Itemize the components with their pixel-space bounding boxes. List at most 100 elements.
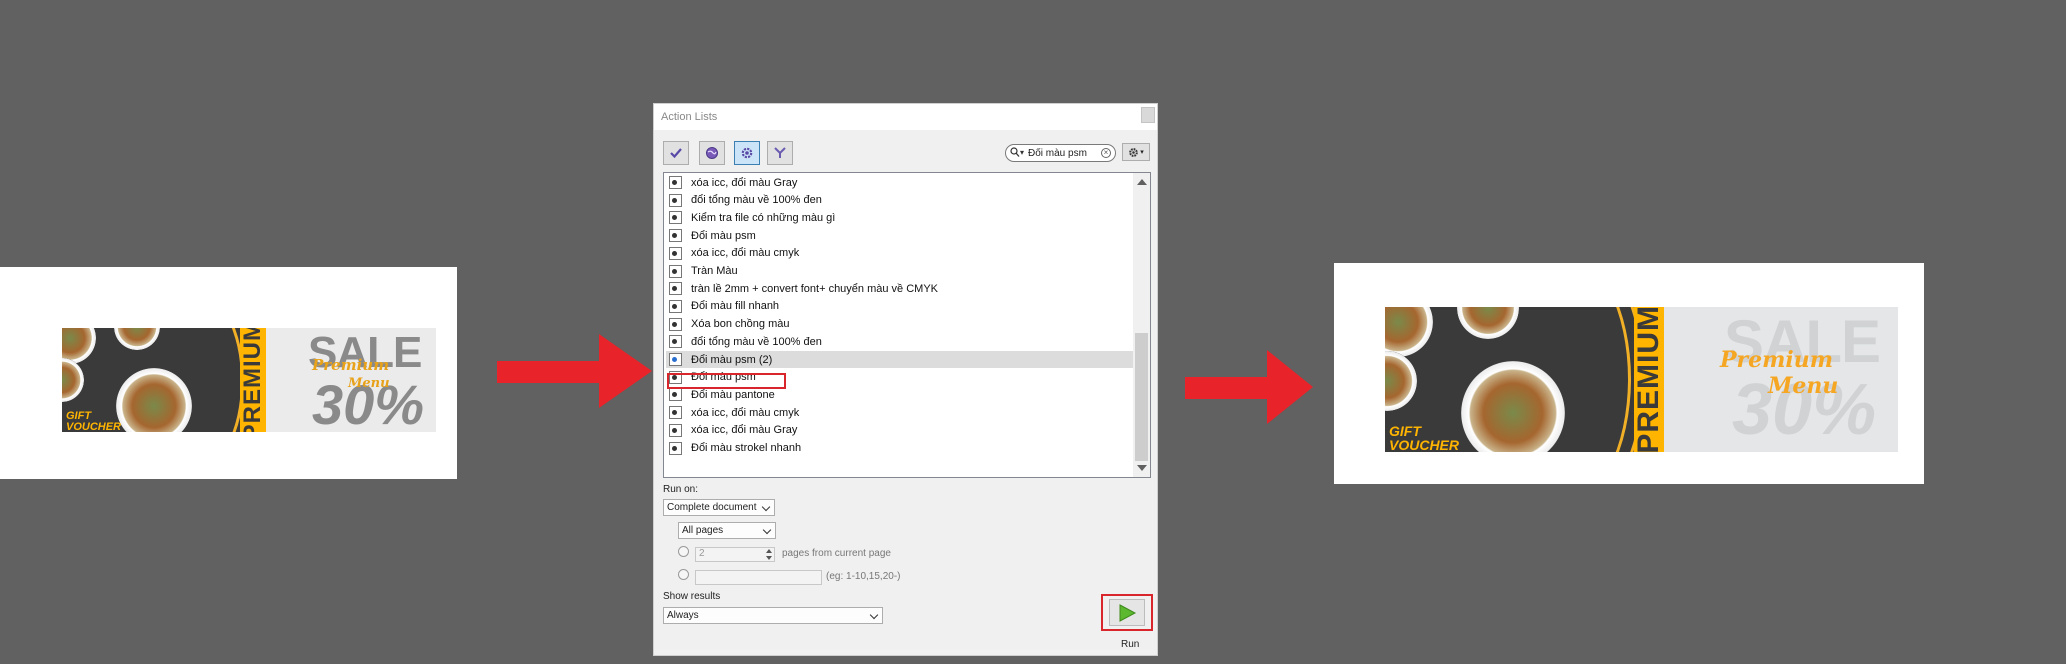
run-button[interactable] [1101,594,1153,631]
list-item[interactable]: Kiểm tra file có những màu gì [666,209,1135,226]
list-item[interactable]: đổi tổng màu về 100% đen [666,192,1135,209]
food-plate-image [1385,351,1417,411]
chevron-down-icon: ▾ [1140,149,1144,156]
list-item-label: Xóa bon chồng màu [691,318,790,331]
list-item[interactable]: xóa icc, đổi màu Gray [666,422,1135,439]
highlight-annotation [667,373,786,389]
action-list[interactable]: xóa icc, đổi màu Gray đổi tổng màu về 100… [663,172,1151,478]
pages-from-current-radio[interactable] [678,546,689,557]
scrollbar-thumb[interactable] [1135,333,1148,461]
gear-icon [1129,147,1139,157]
list-item-label: đổi tổng màu về 100% đen [691,335,822,348]
list-item[interactable]: Đổi màu strokel nhanh [666,440,1135,457]
search-input[interactable] [1028,146,1096,160]
dialog-title: Action Lists [661,111,718,123]
action-icon [669,211,682,225]
list-item[interactable]: Đổi màu psm (2) [666,351,1135,368]
list-item[interactable]: tràn lề 2mm + convert font+ chuyển màu v… [666,280,1135,297]
run-label: Run [1121,639,1140,650]
checkmark-filter-button[interactable] [663,141,689,165]
before-banner: PREMIUM GIFT VOUCHER SALE 30% Premium Me… [62,328,436,432]
list-item-label: đổi tổng màu về 100% đen [691,194,822,207]
funnel-filter-button[interactable] [767,141,793,165]
chevron-down-icon [761,502,771,512]
script-text-premium: Premium [312,356,390,374]
list-item-label: tràn lề 2mm + convert font+ chuyển màu v… [691,282,939,295]
gift-voucher-text: GIFT VOUCHER [1389,423,1460,452]
chevron-down-icon [869,610,879,620]
show-results-label: Show results [663,591,721,602]
play-icon [1119,603,1137,622]
search-field[interactable]: ▾ × [1005,144,1116,162]
before-image-card: PREMIUM GIFT VOUCHER SALE 30% Premium Me… [0,267,457,479]
clear-search-icon[interactable]: × [1101,148,1111,158]
list-item-label: xóa icc, đổi màu cmyk [691,247,800,260]
food-plate-image [62,358,84,402]
list-item-label: xóa icc, đổi màu Gray [691,424,798,437]
list-item[interactable]: Tràn Màu [666,263,1135,280]
page-range-input[interactable] [695,570,822,585]
food-plate-image [1385,307,1433,357]
list-item-label: xóa icc, đổi màu cmyk [691,406,800,419]
vertical-scrollbar[interactable] [1133,173,1150,477]
list-item[interactable]: xóa icc, đổi màu cmyk [666,245,1135,262]
search-icon [1010,147,1020,157]
action-icon [669,388,682,402]
list-item-label: Kiểm tra file có những màu gì [691,211,836,224]
right-arrow-icon [1185,350,1313,424]
list-item[interactable]: đổi tổng màu về 100% đen [666,333,1135,350]
page-range-radio[interactable] [678,569,689,580]
pages-value: All pages [682,525,724,536]
filter-icon [774,147,786,158]
action-icon [669,353,682,366]
pages-count-input[interactable]: 2 [695,547,775,562]
list-item-label: Đổi màu pantone [691,388,775,401]
action-icon [669,317,682,331]
action-icon [669,246,682,260]
spinner-arrows-icon[interactable] [765,549,773,560]
list-item[interactable]: xóa icc, đổi màu cmyk [666,404,1135,421]
chevron-down-icon [762,525,772,535]
scroll-up-arrow-icon[interactable] [1137,179,1147,185]
pages-select[interactable]: All pages [678,522,776,539]
banner-dark-panel: PREMIUM GIFT VOUCHER [62,328,266,432]
gear-filter-button[interactable] [734,141,760,165]
list-item-label: Đổi màu psm [691,229,756,242]
search-options-caret-icon[interactable]: ▾ [1020,148,1024,157]
settings-menu-button[interactable]: ▾ [1122,143,1150,161]
script-text-menu: Menu [1768,373,1839,399]
right-arrow-icon [497,334,652,408]
list-item[interactable]: Đổi màu fill nhanh [666,298,1135,315]
list-item-label: Đổi màu fill nhanh [691,300,780,313]
action-lists-dialog: Action Lists ▾ × ▾ xóa icc, đổi màu Gray… [653,103,1158,656]
list-item-label: Tràn Màu [691,265,738,277]
action-icon [669,264,682,278]
dialog-titlebar: Action Lists [654,104,1157,130]
decorative-ring [132,328,254,432]
list-item[interactable]: xóa icc, đổi màu Gray [666,174,1135,191]
script-text-menu: Menu [348,376,390,391]
list-item[interactable]: Xóa bon chồng màu [666,316,1135,333]
show-results-select[interactable]: Always [663,607,883,624]
run-on-select[interactable]: Complete document [663,499,775,516]
show-results-value: Always [667,610,699,621]
run-on-label: Run on: [663,484,699,495]
action-icon [669,299,682,313]
globe-icon [706,147,718,159]
after-banner: PREMIUM GIFT VOUCHER SALE 30% Premium Me… [1385,307,1898,452]
globe-filter-button[interactable] [699,141,725,165]
action-icon [669,441,682,455]
banner-light-panel: SALE 30% Premium Menu [266,328,436,432]
close-button[interactable] [1141,107,1155,123]
action-icon [669,176,682,189]
pages-from-label: pages from current page [782,548,891,559]
scroll-down-arrow-icon[interactable] [1137,465,1147,471]
action-icon [669,406,682,420]
list-item[interactable]: Đổi màu psm [666,227,1135,244]
list-item-label: Đổi màu strokel nhanh [691,442,802,454]
gift-voucher-text: GIFT VOUCHER [66,410,122,432]
page-range-hint: (eg: 1-10,15,20-) [826,571,901,582]
list-item-label: xóa icc, đổi màu Gray [691,176,798,189]
action-icon [669,423,682,437]
action-icon [669,229,682,243]
